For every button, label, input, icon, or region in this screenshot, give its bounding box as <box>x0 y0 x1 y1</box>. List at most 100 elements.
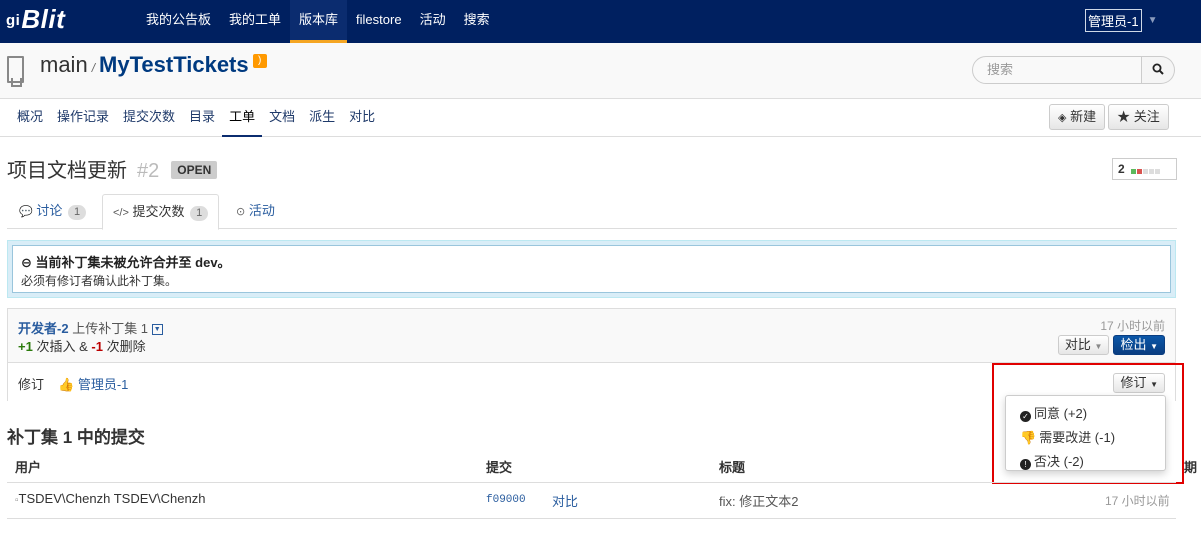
author-avatar-alt: TSDEV\Chenzh <box>18 491 111 506</box>
ticket-number: #2 <box>137 160 160 182</box>
vote-bar <box>1148 168 1154 174</box>
compare-label: 对比 <box>1064 337 1091 352</box>
deletions-label: 次删除 <box>106 339 146 354</box>
nav-repositories[interactable]: 版本库 <box>290 0 348 43</box>
commit-subject-prefix: fix: <box>719 494 736 509</box>
comments-icon: 💬 <box>19 206 33 218</box>
search-icon <box>1152 63 1164 75</box>
commit-compare-link[interactable]: 对比 <box>552 491 578 510</box>
nav-dashboard[interactable]: 我的公告板 <box>137 0 220 43</box>
user-avatar[interactable]: 管理员-1 <box>1085 9 1142 32</box>
merge-alert: ⊖ 当前补丁集未被允许合并至 dev。 必须有修订者确认此补丁集。 <box>7 240 1176 298</box>
watch-button[interactable]: ★ 关注 <box>1108 104 1169 130</box>
thumbs-up-icon: 👍 <box>58 377 75 392</box>
commits-section-title: 补丁集 1 中的提交 <box>7 428 145 447</box>
subnav-forks[interactable]: 派生 <box>302 99 342 137</box>
download-icon[interactable]: ▼ <box>151 324 163 336</box>
subnav-reflog[interactable]: 操作记录 <box>50 99 116 137</box>
repo-name[interactable]: MyTestTickets <box>99 52 249 77</box>
ticket-title-text: 项目文档更新 <box>7 160 127 182</box>
logo-text: Blit <box>21 4 66 34</box>
tab-discussion-count: 1 <box>67 205 87 220</box>
commit-author: ▫TSDEV\Chenzh TSDEV\Chenzh <box>15 491 205 506</box>
deletions-count: -1 <box>91 339 103 354</box>
repo-title: main / MyTestTickets) <box>40 52 267 78</box>
tab-discussion[interactable]: 💬 讨论 1 <box>19 194 87 229</box>
vote-bar <box>1142 168 1148 174</box>
author-name[interactable]: TSDEV\Chenzh <box>114 491 206 506</box>
vote-bar <box>1154 168 1160 174</box>
reviewer-name[interactable]: 管理员-1 <box>78 377 129 392</box>
merge-alert-inner: ⊖ 当前补丁集未被允许合并至 dev。 必须有修订者确认此补丁集。 <box>12 245 1171 293</box>
logo-prefix: gi <box>6 12 21 29</box>
star-icon: ★ <box>1117 109 1131 124</box>
nav-activity[interactable]: 活动 <box>411 0 455 43</box>
ticket-title: 项目文档更新 #2 OPEN <box>7 154 218 183</box>
tab-commits[interactable]: </> 提交次数 1 <box>102 194 220 230</box>
column-commit: 提交 <box>486 460 513 475</box>
patchset-time: 17 小时以前 <box>1100 319 1165 333</box>
repository-icon <box>7 56 24 87</box>
vote-bar <box>1130 168 1136 174</box>
status-badge: OPEN <box>171 161 218 179</box>
new-ticket-button[interactable]: ◈ 新建 <box>1049 104 1106 130</box>
code-icon: </> <box>113 207 129 219</box>
alert-title-text: 当前补丁集未被允许合并至 dev。 <box>35 255 231 270</box>
subnav-docs[interactable]: 文档 <box>262 99 302 137</box>
vote-bars <box>1130 162 1161 177</box>
patchset-author[interactable]: 开发者-2 <box>18 321 69 336</box>
user-menu[interactable]: 管理员-1 ▼ <box>1085 9 1157 32</box>
commit-time: 17 小时以前 <box>1105 494 1170 508</box>
tab-activity[interactable]: ⊙ 活动 <box>236 194 275 229</box>
tab-activity-label: 活动 <box>248 203 275 218</box>
subnav-tree[interactable]: 目录 <box>182 99 222 137</box>
search-input[interactable]: 搜索 <box>972 56 1142 84</box>
minus-circle-icon: ⊖ <box>21 255 32 270</box>
chevron-down-icon: ▼ <box>1147 15 1158 26</box>
patchset-uploaded-text: 上传补丁集 1 <box>72 321 149 336</box>
new-ticket-label: 新建 <box>1070 109 1097 124</box>
alert-subtitle: 必须有修订者确认此补丁集。 <box>21 274 178 288</box>
chevron-down-icon: ▼ <box>1094 342 1103 351</box>
tab-commits-count: 1 <box>190 206 209 221</box>
ticket-tabs: 💬 讨论 1 </> 提交次数 1 ⊙ 活动 <box>7 194 1177 230</box>
commit-subject[interactable]: fix: 修正文本2 <box>719 491 798 510</box>
search-button[interactable] <box>1142 56 1175 84</box>
table-divider <box>7 518 1176 519</box>
repo-search: 搜索 <box>972 56 1175 84</box>
column-subject: 标题 <box>719 460 746 475</box>
repo-path[interactable]: main <box>40 52 88 77</box>
subnav-compare[interactable]: 对比 <box>342 99 382 137</box>
insertions-label: 次插入 & <box>36 339 88 354</box>
compare-button[interactable]: 对比 ▼ <box>1057 335 1110 355</box>
clock-icon: ⊙ <box>236 206 246 218</box>
patchset-diffstat: +1 次插入 & -1 次删除 <box>18 336 146 355</box>
alert-title: ⊖ 当前补丁集未被允许合并至 dev。 <box>21 252 1162 271</box>
subnav-commits[interactable]: 提交次数 <box>116 99 182 137</box>
subnav-tickets[interactable]: 工单 <box>222 99 263 137</box>
reviewer: 👍 管理员-1 <box>58 374 128 393</box>
checkout-label: 检出 <box>1120 337 1147 352</box>
path-separator: / <box>91 61 96 75</box>
subnav-summary[interactable]: 概况 <box>10 99 50 137</box>
rss-icon[interactable]: ) <box>252 54 267 68</box>
chevron-down-icon: ▼ <box>1150 342 1158 351</box>
table-divider <box>7 482 1176 483</box>
gitblit-logo[interactable]: giBlit <box>6 4 65 35</box>
tab-commits-label: 提交次数 <box>132 204 185 219</box>
tab-discussion-label: 讨论 <box>36 203 63 218</box>
nav-search[interactable]: 搜索 <box>455 0 499 43</box>
highlight-box <box>992 363 1184 484</box>
main-nav: 我的公告板 我的工单 版本库 filestore 活动 搜索 <box>137 0 499 43</box>
checkout-button[interactable]: 检出 ▼ <box>1113 335 1165 355</box>
column-date: 期 <box>1184 460 1198 475</box>
patchset-uploader: 开发者-2 上传补丁集 1 ▼ <box>18 318 163 337</box>
commit-subject-text: 修正文本2 <box>739 494 799 509</box>
tag-icon: ◈ <box>1058 112 1067 124</box>
nav-filestore[interactable]: filestore <box>347 0 411 43</box>
repo-header: main / MyTestTickets) 搜索 <box>0 43 1201 99</box>
commit-sha[interactable]: f09000 <box>486 494 526 506</box>
nav-my-tickets[interactable]: 我的工单 <box>220 0 290 43</box>
column-user: 用户 <box>15 460 42 475</box>
repo-subnav: 概况 操作记录 提交次数 目录 工单 文档 派生 对比 ◈ 新建 ★ 关注 <box>0 99 1201 137</box>
